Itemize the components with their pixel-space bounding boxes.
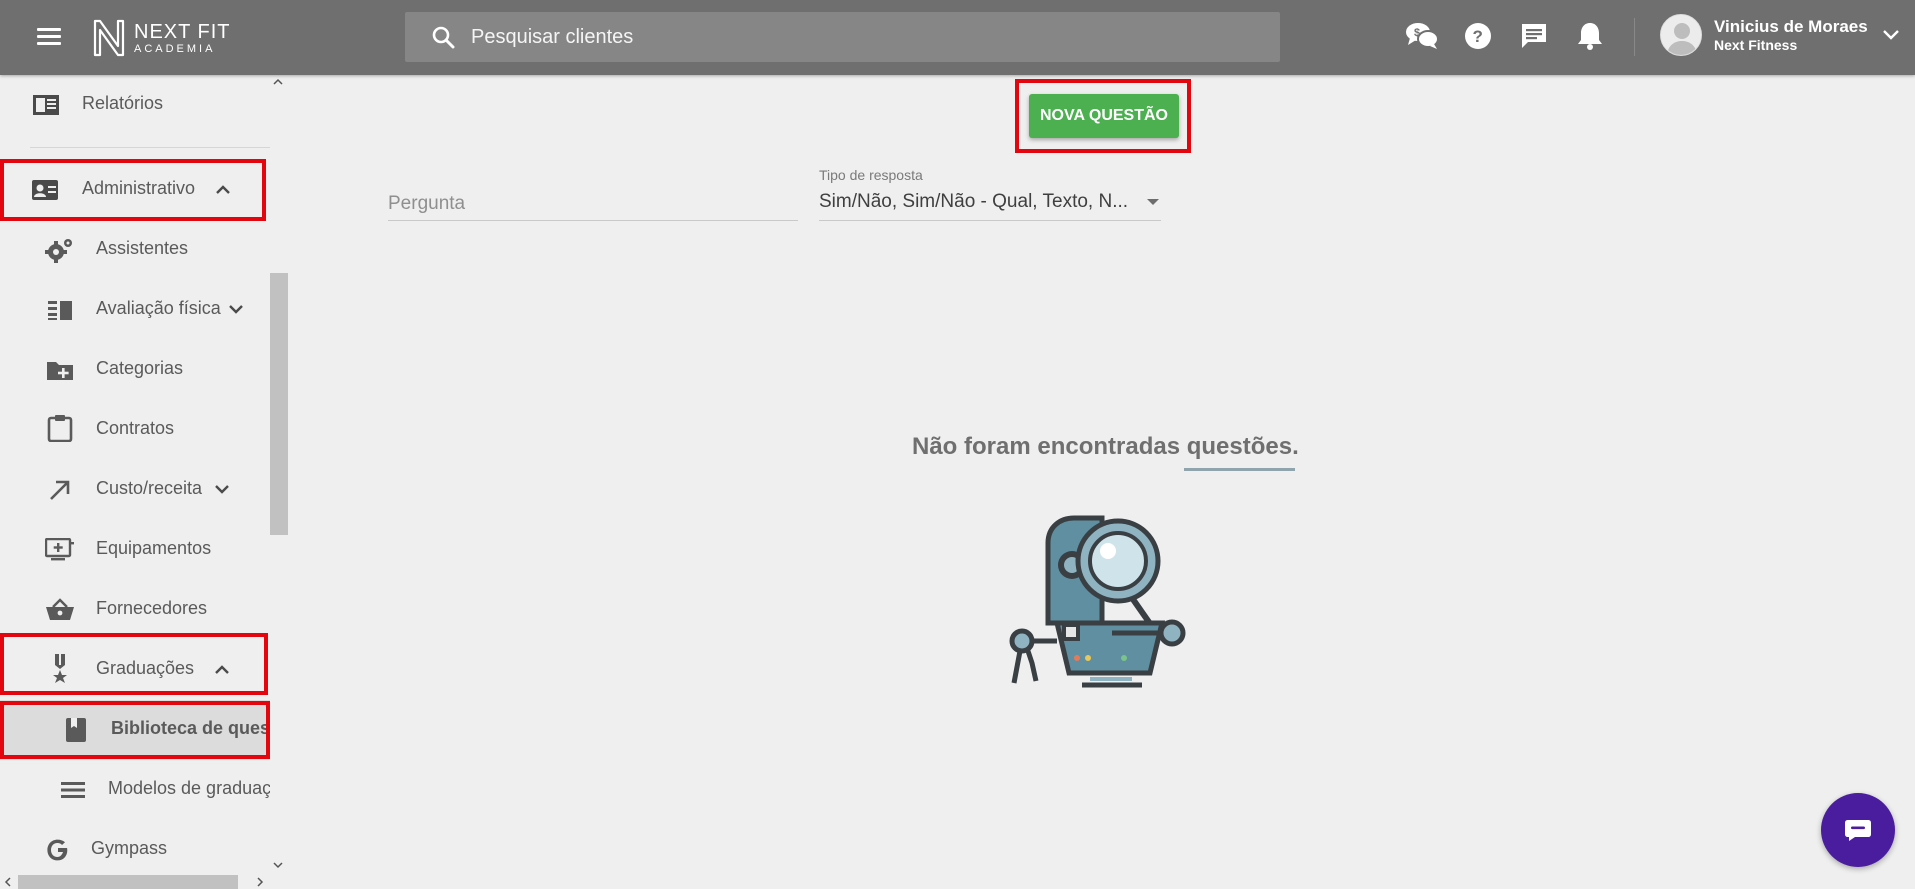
empty-state-message: Não foram encontradas questões. <box>912 433 1299 460</box>
book-icon <box>61 715 91 745</box>
scroll-right-arrow-icon[interactable] <box>256 877 264 887</box>
logo[interactable]: NEXT FIT ACADEMIA <box>92 18 231 58</box>
chevron-down-icon <box>215 485 229 494</box>
sidebar-item-label: Biblioteca de questõe <box>111 718 270 738</box>
sidebar-item-fornecedores[interactable]: Fornecedores <box>0 580 270 640</box>
search-input[interactable] <box>471 25 1171 49</box>
sidebar-item-custo-receita[interactable]: Custo/receita <box>0 460 270 520</box>
chat-bubble-icon <box>1845 820 1871 841</box>
support-chat-button[interactable] <box>1821 793 1895 867</box>
sidebar-item-label: Relatórios <box>82 93 164 113</box>
sidebar-item-avaliacao-fisica[interactable]: Avaliação física <box>0 280 270 340</box>
sidebar-item-label: Administrativo <box>82 178 196 198</box>
clipboard-icon <box>45 413 75 443</box>
search-bar[interactable] <box>405 12 1280 62</box>
sidebar-divider <box>30 147 270 148</box>
chevron-up-icon <box>215 665 229 674</box>
question-field[interactable] <box>388 179 798 221</box>
sidebar-item-label: Fornecedores <box>96 598 208 618</box>
empty-state-underline <box>1184 468 1295 471</box>
id-card-icon <box>30 175 60 205</box>
sidebar-horizontal-scrollbar-thumb[interactable] <box>18 875 238 889</box>
sidebar-item-administrativo[interactable]: Administrativo <box>0 160 270 220</box>
sidebar-item-relatorios[interactable]: Relatórios <box>0 75 270 135</box>
report-icon <box>31 90 61 120</box>
basket-icon <box>45 595 75 625</box>
lines-icon <box>58 775 88 805</box>
svg-text:$: $ <box>1414 27 1420 39</box>
medal-icon <box>45 653 75 683</box>
sidebar-item-label: Gympass <box>91 838 168 858</box>
notification-bell-icon[interactable] <box>1573 18 1607 54</box>
search-icon <box>432 26 455 49</box>
user-company: Next Fitness <box>1714 36 1798 53</box>
sidebar: Relatórios Administrativo Assistentes Av… <box>0 75 270 889</box>
dropdown-arrow-icon <box>1147 199 1159 205</box>
help-icon[interactable]: ? <box>1461 18 1495 54</box>
logo-text: NEXT FIT <box>134 20 231 43</box>
google-g-icon <box>43 835 73 865</box>
sidebar-item-label: Custo/receita <box>96 478 203 498</box>
main-content: NOVA QUESTÃO Tipo de resposta Sim/Não, S… <box>288 75 1915 889</box>
chevron-down-icon <box>1882 30 1899 40</box>
scroll-up-arrow-icon[interactable] <box>273 78 283 86</box>
chevron-up-icon <box>216 185 230 194</box>
sidebar-scrollbar-thumb[interactable] <box>270 273 288 535</box>
sidebar-item-label: Modelos de graduaçã <box>108 778 270 798</box>
hamburger-menu-icon[interactable] <box>34 24 64 50</box>
sidebar-item-graduacoes[interactable]: Graduações <box>0 640 270 700</box>
answer-type-value: Sim/Não, Sim/Não - Qual, Texto, N... <box>819 191 1129 212</box>
message-icon[interactable] <box>1517 18 1551 54</box>
sidebar-item-biblioteca-de-questoes[interactable]: Biblioteca de questõe <box>0 700 270 760</box>
gears-icon <box>45 235 75 265</box>
sidebar-item-categorias[interactable]: Categorias <box>0 340 270 400</box>
sidebar-item-label: Contratos <box>96 418 175 438</box>
header-divider <box>1634 18 1635 56</box>
monitor-add-icon <box>45 535 75 565</box>
sidebar-item-assistentes[interactable]: Assistentes <box>0 220 270 280</box>
answer-type-label: Tipo de resposta <box>819 167 923 183</box>
sidebar-item-label: Equipamentos <box>96 538 212 558</box>
sidebar-item-modelos-de-graduacao[interactable]: Modelos de graduaçã <box>0 760 270 820</box>
user-menu[interactable]: Vinicius de Moraes Next Fitness <box>1660 14 1900 56</box>
new-question-button[interactable]: NOVA QUESTÃO <box>1029 94 1179 138</box>
sidebar-item-label: Graduações <box>96 658 195 678</box>
user-name: Vinicius de Moraes <box>1714 17 1868 37</box>
list-icon <box>45 295 75 325</box>
arrow-up-right-icon <box>45 475 75 505</box>
robot-magnifier-illustration <box>1009 515 1186 688</box>
logo-subtext: ACADEMIA <box>134 42 216 55</box>
sidebar-item-label: Avaliação física <box>96 298 221 318</box>
top-app-bar: NEXT FIT ACADEMIA $ ? Vinicius de Moraes… <box>0 0 1915 75</box>
next-fit-logo-icon <box>93 19 125 57</box>
chevron-down-icon <box>229 305 243 314</box>
question-input[interactable] <box>388 179 798 220</box>
sidebar-item-gympass[interactable]: Gympass <box>0 820 270 880</box>
chat-money-icon[interactable]: $ <box>1405 18 1439 54</box>
answer-type-select[interactable]: Tipo de resposta Sim/Não, Sim/Não - Qual… <box>819 167 1161 221</box>
folder-add-icon <box>45 355 75 385</box>
scroll-left-arrow-icon[interactable] <box>4 877 12 887</box>
avatar <box>1660 14 1702 56</box>
svg-text:?: ? <box>1473 27 1483 46</box>
sidebar-item-equipamentos[interactable]: Equipamentos <box>0 520 270 580</box>
sidebar-item-label: Categorias <box>96 358 184 378</box>
sidebar-item-contratos[interactable]: Contratos <box>0 400 270 460</box>
sidebar-item-label: Assistentes <box>96 238 189 258</box>
scroll-down-arrow-icon[interactable] <box>273 861 283 869</box>
